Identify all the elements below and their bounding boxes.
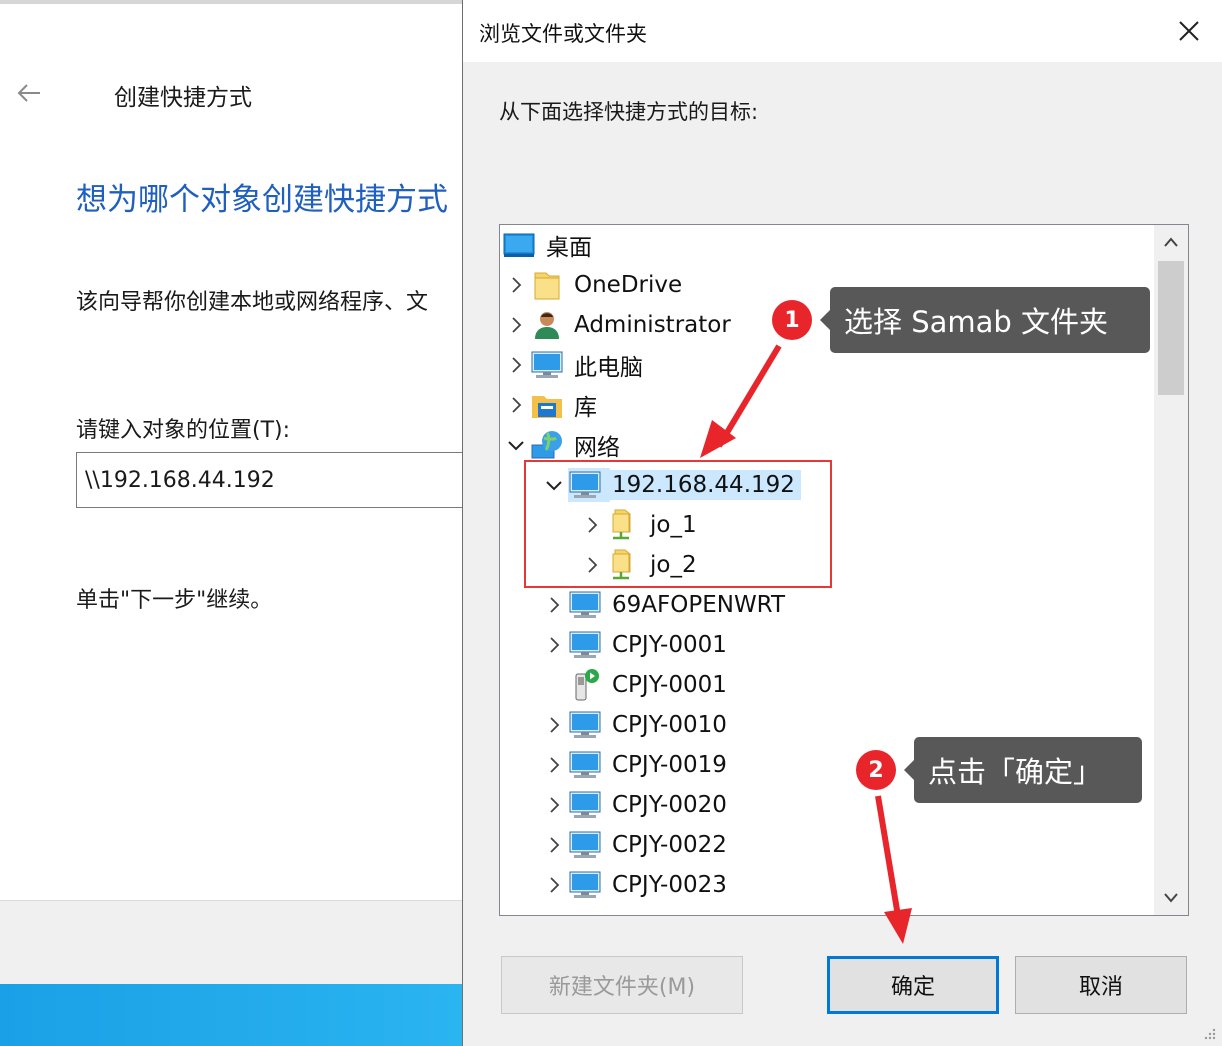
chevron-right-icon[interactable]: [502, 385, 530, 425]
computer-icon: [530, 348, 564, 382]
tree-item[interactable]: 69AFOPENWRT: [540, 585, 791, 625]
selection-highlight-box: [524, 460, 832, 588]
computer-icon: [568, 788, 602, 822]
wizard-heading: 想为哪个对象创建快捷方式: [76, 182, 448, 218]
chevron-down-icon: [1164, 893, 1178, 903]
chevron-right-icon[interactable]: [540, 865, 568, 905]
tree-item[interactable]: OneDrive: [502, 265, 688, 305]
tree-item-label: CPJY-0010: [612, 712, 727, 738]
step-1-badge: 1: [772, 300, 812, 340]
tree-item[interactable]: Administrator: [502, 305, 737, 345]
close-button[interactable]: [1170, 12, 1208, 50]
network-icon: [530, 428, 564, 462]
tree-item[interactable]: CPJY-0001: [540, 625, 733, 665]
scroll-down-button[interactable]: [1154, 881, 1188, 915]
dialog-titlebar: 浏览文件或文件夹: [463, 0, 1222, 62]
resize-grip-icon[interactable]: [1202, 1026, 1216, 1040]
dialog-instruction: 从下面选择快捷方式的目标:: [499, 100, 759, 124]
scroll-up-button[interactable]: [1154, 225, 1188, 259]
wizard-description: 该向导帮你创建本地或网络程序、文: [76, 290, 429, 315]
tree-item[interactable]: CPJY-0020: [540, 785, 733, 825]
location-label: 请键入对象的位置(T):: [76, 418, 291, 443]
chevron-up-icon: [1164, 237, 1178, 247]
tree-scrollbar[interactable]: [1154, 225, 1188, 915]
chevron-right-icon[interactable]: [502, 305, 530, 345]
tree-item-label: CPJY-0001: [612, 672, 727, 698]
tree-item[interactable]: 此电脑: [502, 345, 649, 385]
tree-item-label: CPJY-0023: [612, 872, 727, 898]
tree-item-label: CPJY-0020: [612, 792, 727, 818]
wizard-footer: [0, 900, 462, 985]
tree-item[interactable]: 桌面: [502, 225, 598, 265]
ok-button[interactable]: 确定: [827, 956, 999, 1014]
cancel-button[interactable]: 取消: [1015, 956, 1187, 1014]
wizard-hint: 单击"下一步"继续。: [76, 588, 273, 613]
chevron-right-icon[interactable]: [540, 585, 568, 625]
tree-item-label: 此电脑: [574, 355, 643, 381]
computer-icon: [568, 868, 602, 902]
computer-icon: [568, 748, 602, 782]
scroll-thumb[interactable]: [1158, 261, 1184, 395]
location-input[interactable]: [76, 452, 462, 508]
computer-icon: [568, 828, 602, 862]
media-device-icon: [568, 668, 602, 702]
tree-item[interactable]: CPJY-0022: [540, 825, 733, 865]
tree-item-label: 库: [574, 395, 597, 421]
new-folder-button[interactable]: 新建文件夹(M): [501, 956, 743, 1014]
desktop-icon: [502, 228, 536, 262]
tree-item-label: OneDrive: [574, 272, 683, 298]
chevron-right-icon[interactable]: [502, 265, 530, 305]
tree-item-label: CPJY-0001: [612, 632, 727, 658]
taskbar-strip: [0, 984, 462, 1046]
chevron-right-icon[interactable]: [540, 625, 568, 665]
tree-item-label: 桌面: [546, 235, 592, 261]
user-icon: [530, 308, 564, 342]
tree-item[interactable]: CPJY-0023: [540, 865, 733, 905]
chevron-right-icon[interactable]: [540, 705, 568, 745]
tree-item[interactable]: CPJY-0010: [540, 705, 733, 745]
tree-item[interactable]: 库: [502, 385, 603, 425]
tree-item[interactable]: 网络: [502, 425, 626, 465]
folder-icon: [530, 268, 564, 302]
library-icon: [530, 388, 564, 422]
chevron-right-icon[interactable]: [540, 785, 568, 825]
chevron-down-icon[interactable]: [502, 425, 530, 465]
back-arrow-icon[interactable]: [14, 78, 44, 108]
tree-item[interactable]: CPJY-0019: [540, 745, 733, 785]
computer-icon: [568, 588, 602, 622]
computer-icon: [568, 708, 602, 742]
tree-item[interactable]: CPJY-0001: [540, 665, 733, 705]
step-2-badge: 2: [856, 750, 896, 790]
tree-item-label: Administrator: [574, 312, 731, 338]
tree-item-label: 网络: [574, 435, 620, 461]
chevron-right-icon[interactable]: [502, 345, 530, 385]
tree-item-label: CPJY-0022: [612, 832, 727, 858]
wizard-top-edge: [0, 0, 462, 4]
tree-item-label: 69AFOPENWRT: [612, 592, 786, 618]
chevron-right-icon[interactable]: [540, 825, 568, 865]
step-2-callout: 点击「确定」: [904, 737, 1142, 803]
tree-item-label: CPJY-0019: [612, 752, 727, 778]
wizard-title: 创建快捷方式: [114, 85, 252, 111]
close-icon: [1179, 21, 1199, 41]
computer-icon: [568, 628, 602, 662]
create-shortcut-wizard: 创建快捷方式 想为哪个对象创建快捷方式 该向导帮你创建本地或网络程序、文 请键入…: [0, 0, 462, 1046]
step-1-callout: 选择 Samab 文件夹: [820, 287, 1150, 353]
chevron-right-icon[interactable]: [540, 745, 568, 785]
dialog-title: 浏览文件或文件夹: [479, 22, 647, 46]
